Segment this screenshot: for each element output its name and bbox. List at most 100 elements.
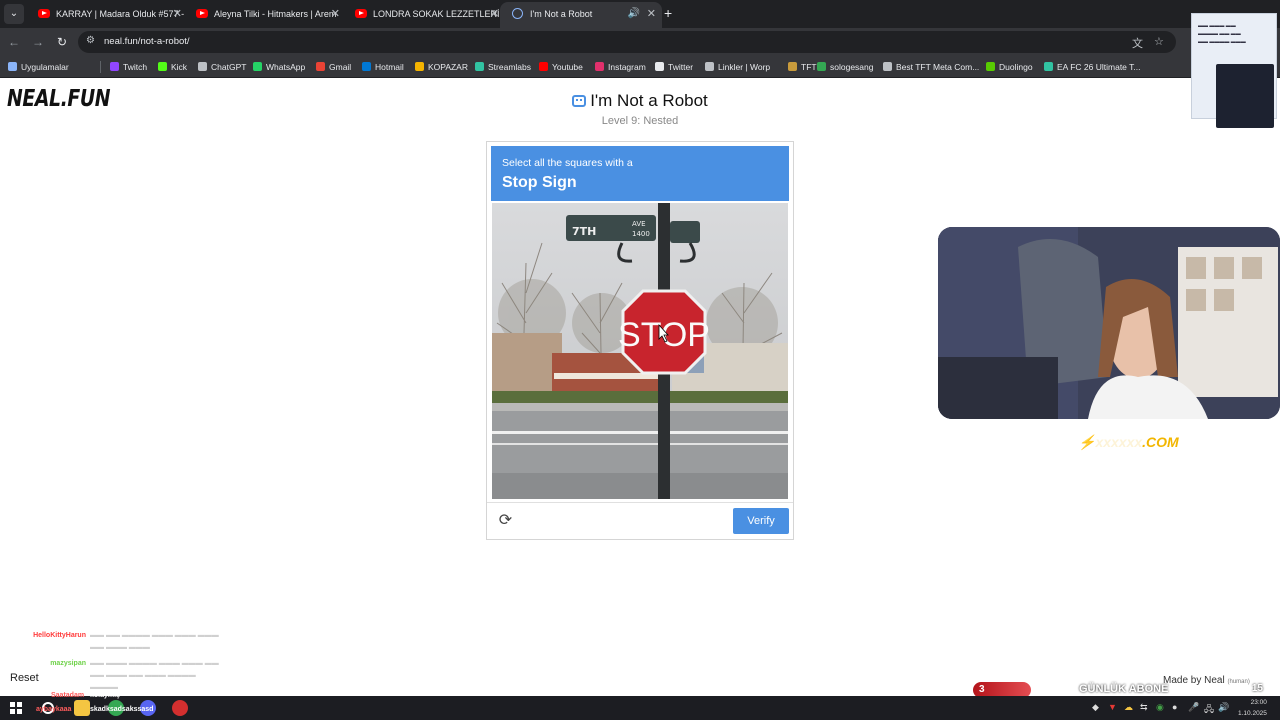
youtube-icon [355, 9, 367, 18]
tab-title: KARRAY | Madara Olduk #577 - [56, 9, 185, 19]
reload-icon[interactable]: ↻ [52, 32, 72, 52]
bookmark-favicon-icon [986, 62, 995, 71]
bookmark-item[interactable]: Twitch [110, 56, 147, 78]
bookmark-item[interactable]: WhatsApp [253, 56, 305, 78]
chat-nick: HelloKittyHarun [33, 632, 86, 639]
tab-title: I'm Not a Robot [530, 9, 593, 19]
promo-text: .COM [1142, 434, 1179, 450]
clock-date: 1.10.2025 [1238, 710, 1267, 717]
page-title-text: I'm Not a Robot [590, 91, 708, 110]
translate-icon[interactable]: 文 [1132, 35, 1143, 51]
bookmark-favicon-icon [595, 62, 604, 71]
browser-tab[interactable]: Aleyna Tilki - Hitmakers | Arem ✕ [184, 3, 346, 25]
overlay-blurred-text: ▬▬ ▬▬▬ ▬▬ ▬▬▬▬ ▬▬ ▬▬ ▬▬ ▬▬▬▬ ▬▬▬ [1198, 23, 1246, 45]
bookmark-label: KOPAZAR [428, 62, 468, 72]
tray-cloud-icon[interactable]: ☁ [1124, 702, 1133, 713]
bookmark-item[interactable]: Youtube [539, 56, 583, 78]
overlay-card-text: ▬▬ ▬▬▬ ▬▬ ▬▬▬▬ ▬▬ ▬▬ ▬▬ ▬▬▬▬ ▬▬▬ [1198, 22, 1272, 46]
file-explorer-icon[interactable] [74, 700, 90, 716]
bookmark-label: Hotmail [375, 62, 404, 72]
tray-app-icon[interactable]: ▼ [1108, 702, 1117, 712]
alert-username: aybaykaaa [36, 706, 72, 713]
bookmark-item[interactable]: Hotmail [362, 56, 404, 78]
site-info-icon[interactable]: ⚙ [86, 35, 95, 46]
bookmark-label: Twitch [123, 62, 148, 72]
captcha-header: Select all the squares with a Stop Sign [491, 146, 789, 201]
system-clock[interactable]: 23:00 1.10.2025 [1238, 697, 1267, 719]
bookmark-item[interactable]: Duolingo [986, 56, 1033, 78]
close-icon[interactable]: ✕ [173, 3, 182, 25]
close-icon[interactable]: ✕ [490, 3, 499, 25]
reset-button[interactable]: Reset [10, 672, 39, 684]
browser-tab[interactable]: KARRAY | Madara Olduk #577 - ✕ [26, 3, 188, 25]
captcha-target: Stop Sign [502, 174, 577, 191]
bookmark-favicon-icon [362, 62, 371, 71]
network-icon[interactable]: 🖧 [1204, 702, 1214, 718]
bookmark-label: EA FC 26 Ultimate T... [1057, 62, 1141, 72]
tray-mic-icon[interactable]: ● [1172, 702, 1177, 712]
sub-goal-label: GÜNLÜK ABONE [1079, 683, 1169, 695]
block-number: 1400 [632, 230, 650, 238]
bookmark-item[interactable]: Streamlabs [475, 56, 531, 78]
obs-icon[interactable] [172, 700, 188, 716]
stop-sign-photo: 7TH AVE 1400 STOP [492, 203, 788, 499]
bookmark-item[interactable]: Best TFT Meta Com... [883, 56, 979, 78]
forward-icon[interactable]: → [28, 32, 48, 52]
tab-title: LONDRA SOKAK LEZZETLERİNİ [373, 9, 505, 19]
bookmark-label: WhatsApp [266, 62, 306, 72]
bookmark-favicon-icon [8, 62, 17, 71]
bookmark-item[interactable]: Twitter [655, 56, 693, 78]
new-tab-button[interactable]: + [664, 4, 672, 22]
bookmark-label: Streamlabs [488, 62, 531, 72]
stream-overlay-card: ▬▬ ▬▬▬ ▬▬ ▬▬▬▬ ▬▬ ▬▬ ▬▬ ▬▬▬▬ ▬▬▬ [1191, 13, 1277, 128]
windows-start-icon[interactable] [10, 702, 22, 714]
bookmark-item[interactable]: Gmail [316, 56, 351, 78]
bookmark-label: Instagram [608, 62, 646, 72]
bookmarks-bar: Uygulamalar Twitch Kick ChatGPT WhatsApp Gmai… [0, 56, 1280, 78]
bookmark-item[interactable]: ChatGPT [198, 56, 246, 78]
bookmark-item[interactable]: Kick [158, 56, 187, 78]
bookmark-separator [100, 61, 101, 73]
bookmark-favicon-icon [158, 62, 167, 71]
address-bar[interactable]: ⚙ neal.fun/not-a-robot/ 文 ☆ [78, 31, 1176, 53]
browser-tab[interactable]: LONDRA SOKAK LEZZETLERİNİ ✕ [343, 3, 505, 25]
chat-nick: mazysipan [50, 660, 86, 667]
alert-message: kolaymış [90, 692, 120, 699]
street-name: 7TH [572, 225, 596, 238]
youtube-icon [38, 9, 50, 18]
chat-message: HelloKittyHarun ▬▬ ▬▬ ▬▬▬▬ ▬▬▬ ▬▬▬ ▬▬▬ ▬▬… [28, 630, 268, 654]
bookmark-item[interactable]: Uygulamalar [8, 56, 69, 78]
chat-text: ▬▬ ▬▬▬ ▬▬▬▬ ▬▬▬ ▬▬▬ ▬▬ ▬▬ ▬▬▬ ▬▬ ▬▬▬ ▬▬▬▬… [90, 660, 219, 691]
mic-icon[interactable]: 🎤 [1188, 702, 1199, 713]
back-icon[interactable]: ← [4, 32, 24, 52]
sub-goal-target: 15 [1251, 683, 1263, 694]
browser-tab-active[interactable]: I'm Not a Robot 🔊 ✕ [500, 2, 662, 28]
close-icon[interactable]: ✕ [647, 2, 656, 26]
volume-icon[interactable]: 🔊 [1218, 702, 1229, 713]
bookmark-favicon-icon [788, 62, 797, 71]
sponsor-promo: ⚡xxxxxx.COM [1078, 434, 1179, 450]
bookmark-item[interactable]: KOPAZAR [415, 56, 468, 78]
bookmark-item[interactable]: EA FC 26 Ultimate T... [1044, 56, 1140, 78]
tab-search-button[interactable]: ⌄ [4, 4, 24, 24]
speaker-icon[interactable]: 🔊 [628, 2, 640, 26]
bookmark-item[interactable]: Linkler | Worp [705, 56, 770, 78]
chat-text: ▬▬ ▬▬ ▬▬▬▬ ▬▬▬ ▬▬▬ ▬▬▬ ▬▬ ▬▬▬ ▬▬▬ [90, 632, 219, 651]
refresh-icon[interactable]: ⟳ [497, 512, 514, 529]
bookmark-item[interactable]: Instagram [595, 56, 646, 78]
star-icon[interactable]: ☆ [1154, 35, 1164, 48]
street-suffix: AVE [632, 220, 646, 228]
clock-time: 23:00 [1250, 699, 1267, 706]
bookmark-item[interactable]: TFT [788, 56, 817, 78]
close-icon[interactable]: ✕ [331, 3, 340, 25]
verify-button[interactable]: Verify [733, 508, 789, 534]
bookmark-item[interactable]: sologesang [817, 56, 873, 78]
tray-share-icon[interactable]: ⇆ [1140, 702, 1148, 713]
bookmark-label: ChatGPT [211, 62, 247, 72]
bookmark-favicon-icon [539, 62, 548, 71]
tray-nvidia-icon[interactable]: ◉ [1156, 702, 1164, 713]
captcha-image[interactable]: 7TH AVE 1400 STOP [492, 203, 788, 499]
tray-discord-icon[interactable]: ◆ [1092, 702, 1099, 713]
captcha-instruction: Select all the squares with a [502, 157, 633, 169]
bookmark-favicon-icon [475, 62, 484, 71]
